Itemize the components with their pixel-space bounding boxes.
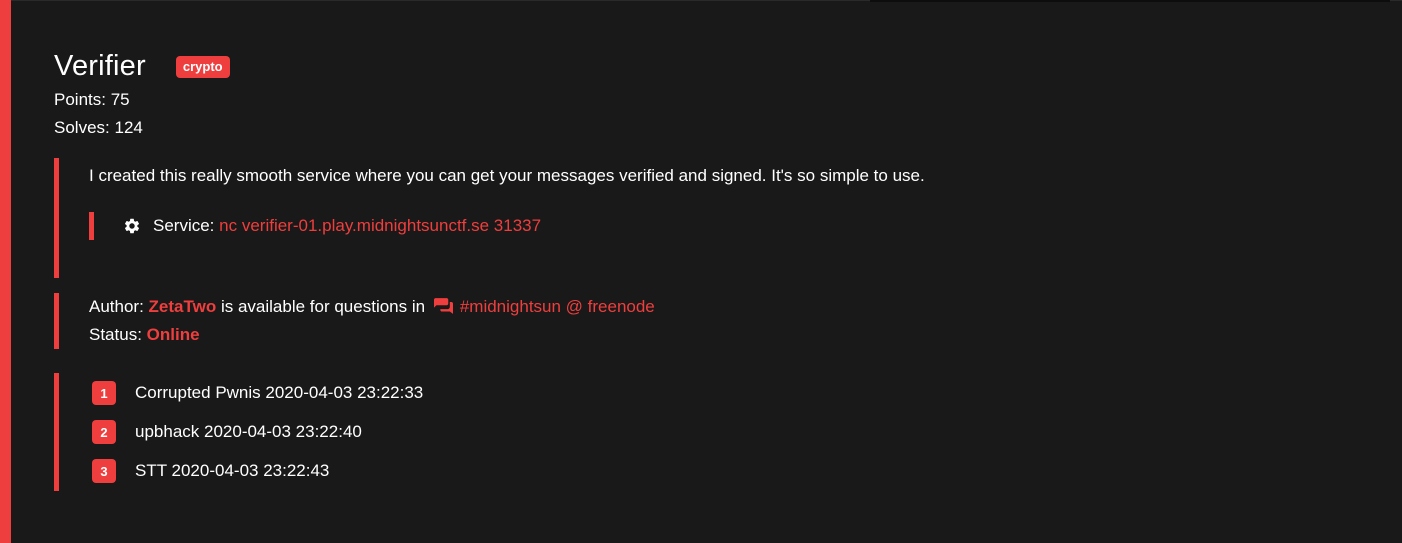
service-label: Service: — [153, 216, 215, 235]
status-label: Status: — [89, 325, 142, 344]
points-value: 75 — [110, 90, 130, 109]
category-badge[interactable]: crypto — [175, 56, 230, 78]
rank-badge: 1 — [92, 381, 116, 405]
title-row: Verifier crypto — [54, 46, 1374, 86]
list-item: 1 Corrupted Pwnis 2020-04-03 23:22:33 — [92, 380, 1374, 406]
solves-label: Solves: — [54, 118, 110, 137]
challenge-description: I created this really smooth service whe… — [89, 166, 925, 185]
points-row: Points: 75 — [54, 86, 1374, 114]
challenge-meta: Points: 75 Solves: 124 — [54, 86, 1374, 142]
solve-entry-text: Corrupted Pwnis 2020-04-03 23:22:33 — [135, 383, 424, 402]
left-accent-bar — [0, 0, 11, 543]
service-block: Service: nc verifier-01.play.midnightsun… — [89, 212, 1374, 240]
rank-badge: 3 — [92, 459, 116, 483]
solve-entry-text: upbhack 2020-04-03 23:22:40 — [135, 422, 362, 441]
status-row: Status: Online — [89, 321, 1374, 349]
challenge-card: Verifier crypto Points: 75 Solves: 124 I… — [54, 46, 1374, 491]
author-link[interactable]: ZetaTwo — [149, 297, 217, 316]
availability-text: is available for questions in — [220, 297, 426, 316]
top-shadow — [870, 0, 1390, 2]
irc-channel-link[interactable]: #midnightsun @ freenode — [460, 297, 655, 316]
service-command-link[interactable]: nc verifier-01.play.midnightsunctf.se 31… — [219, 216, 541, 236]
chat-icon — [433, 298, 453, 314]
points-label: Points: — [54, 90, 106, 109]
status-value: Online — [146, 325, 200, 344]
challenge-title: Verifier — [54, 49, 146, 82]
solves-list: 1 Corrupted Pwnis 2020-04-03 23:22:33 2 … — [54, 373, 1374, 491]
solves-value: 124 — [114, 118, 143, 137]
description-block: I created this really smooth service whe… — [54, 158, 1374, 278]
rank-badge: 2 — [92, 420, 116, 444]
list-item: 2 upbhack 2020-04-03 23:22:40 — [92, 419, 1374, 445]
author-row: Author: ZetaTwo is available for questio… — [89, 293, 1374, 321]
author-block: Author: ZetaTwo is available for questio… — [54, 293, 1374, 349]
gear-icon — [124, 218, 140, 234]
solves-row: Solves: 124 — [54, 114, 1374, 142]
list-item: 3 STT 2020-04-03 23:22:43 — [92, 458, 1374, 484]
author-label: Author: — [89, 297, 144, 316]
solve-entry-text: STT 2020-04-03 23:22:43 — [135, 461, 330, 480]
